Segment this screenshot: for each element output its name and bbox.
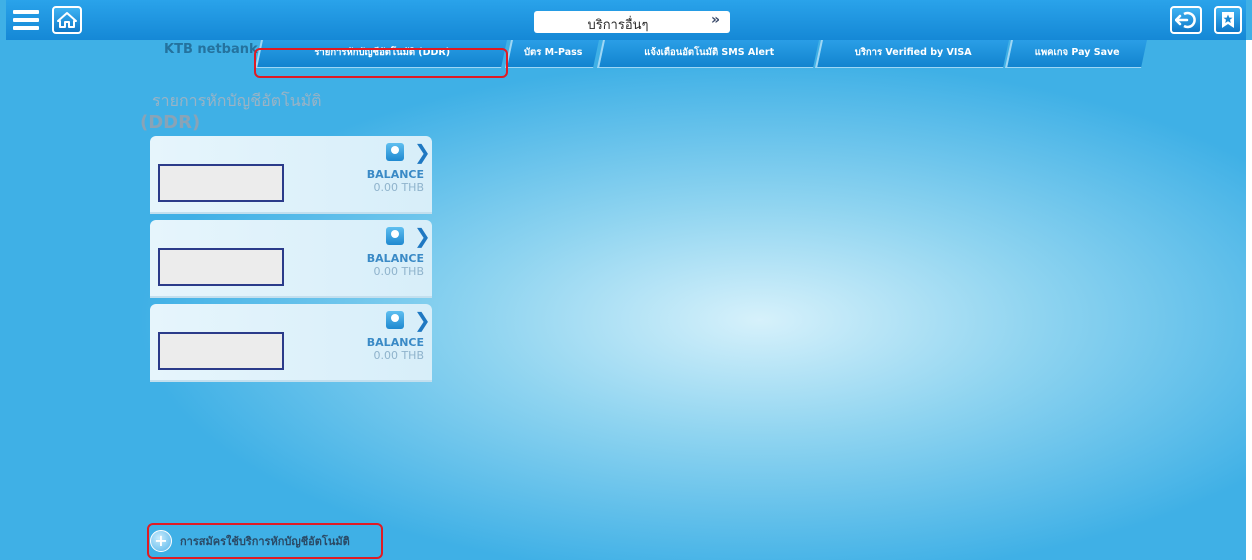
page-title: รายการหักบัญชีอัตโนมัติ (DDR) [140, 90, 440, 134]
tab-label: แพคเกจ Pay Save [1034, 47, 1120, 58]
account-name-redacted [158, 248, 284, 286]
bookmark-star-icon[interactable] [1214, 6, 1242, 34]
account-card[interactable]: ❯ BALANCE 0.00 THB [150, 220, 432, 298]
bookmark-shape [1222, 12, 1234, 28]
ktb-bank-icon [386, 227, 404, 245]
right-edge-strip [1246, 40, 1252, 560]
home-shape [57, 12, 77, 28]
service-select-value: บริการอื่นๆ [587, 18, 649, 33]
chevron-right-icon[interactable]: ❯ [414, 310, 431, 330]
balance-label: BALANCE [366, 336, 424, 349]
tab-label: แจ้งเตือนอัตโนมัติ SMS Alert [644, 47, 775, 58]
highlight-box-register [147, 523, 383, 559]
balance-label: BALANCE [366, 252, 424, 265]
account-name-redacted [158, 332, 284, 370]
ktb-bank-icon [386, 311, 404, 329]
balance-value: 0.00 THB [373, 265, 424, 278]
tab-label: บัตร M-Pass [523, 47, 583, 58]
chevron-right-icon[interactable]: ❯ [414, 226, 431, 246]
hamburger-icon[interactable] [12, 6, 40, 34]
top-bar: บริการอื่นๆ » [6, 0, 1246, 40]
logout-shape [1175, 11, 1196, 29]
tab-pay-save[interactable]: แพคเกจ Pay Save [1005, 40, 1147, 68]
ktb-bank-icon [386, 143, 404, 161]
tab-sms-alert[interactable]: แจ้งเตือนอัตโนมัติ SMS Alert [597, 40, 819, 68]
chevron-right-icon[interactable]: ❯ [414, 142, 431, 162]
highlight-box-tab [254, 48, 508, 78]
account-name-redacted [158, 164, 284, 202]
logout-arrow-icon[interactable] [1170, 6, 1202, 34]
balance-label: BALANCE [366, 168, 424, 181]
page-title-line2: (DDR) [140, 112, 201, 133]
home-icon[interactable] [52, 6, 82, 34]
tab-label: บริการ Verified by VISA [854, 47, 972, 58]
page-title-line1: รายการหักบัญชีอัตโนมัติ [152, 91, 322, 110]
brand-logo-text: KTB netbank [164, 42, 258, 57]
double-chevron-down-icon: » [710, 12, 720, 28]
service-select[interactable]: บริการอื่นๆ » [534, 11, 730, 33]
app-window: บริการอื่นๆ » KTB netbank รายการหักบัญชี… [0, 0, 1252, 560]
account-card[interactable]: ❯ BALANCE 0.00 THB [150, 136, 432, 214]
account-card[interactable]: ❯ BALANCE 0.00 THB [150, 304, 432, 382]
balance-value: 0.00 THB [373, 181, 424, 194]
tab-verified-by-visa[interactable]: บริการ Verified by VISA [815, 40, 1009, 68]
tab-m-pass[interactable]: บัตร M-Pass [505, 40, 599, 68]
balance-value: 0.00 THB [373, 349, 424, 362]
tab-strip: KTB netbank รายการหักบัญชีอัตโนมัติ (DDR… [6, 40, 1246, 72]
